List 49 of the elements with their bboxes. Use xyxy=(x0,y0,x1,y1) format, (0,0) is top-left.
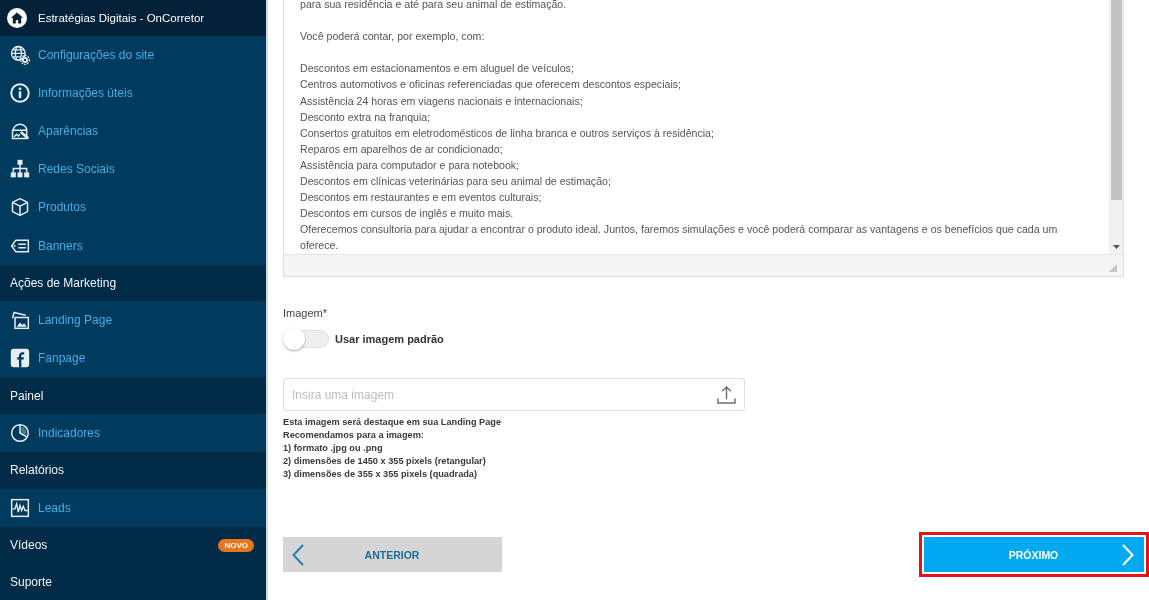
body-text: Consertos gratuitos em eletrodomésticos de linha branca e outros serviços à residência; xyxy=(300,125,715,141)
sidebar-section[interactable]: Suporte xyxy=(0,563,266,600)
globe-gear-icon xyxy=(10,45,30,66)
sidebar-section[interactable]: Painel xyxy=(0,377,266,414)
help-text: Recomendamos para a imagem: xyxy=(283,429,425,442)
help-text: 1) formato .jpg ou .png xyxy=(283,442,384,455)
pie-chart-icon xyxy=(10,423,30,443)
body-text: Centros automotivos e oficinas referenciadas que oferecem descontos especiais; xyxy=(300,77,682,93)
field-label: Imagem* xyxy=(283,306,329,320)
resize-grip-icon[interactable] xyxy=(1109,264,1117,272)
down-arrow-icon[interactable] xyxy=(1112,245,1120,249)
help-text: 2) dimensões de 1450 x 355 pixels (retangular) xyxy=(283,455,487,468)
sidebar-section[interactable]: Relatórios xyxy=(0,452,266,489)
toggle-label: Usar imagem padrão xyxy=(335,333,444,345)
toggle-switch[interactable] xyxy=(283,328,329,350)
sitemap-icon xyxy=(10,159,30,180)
body-text: Oferecemos consultoria para ajudar a encontrar o produto ideal. Juntos, faremos simulações e você poderá comparar as vantagens e os benefícios que cada um oferece. xyxy=(300,222,1059,254)
chevron-left-icon xyxy=(292,543,304,566)
body-text: Assistência 24 horas em viagens nacionais e internacionais; xyxy=(300,93,584,109)
image-upload-field[interactable]: Insira uma imagem xyxy=(283,378,745,411)
body-text: Descontos em estacionamentos e em aluguel de veículos; xyxy=(300,61,575,77)
help-text: 3) dimensões de 355 x 355 pixels (quadrada) xyxy=(283,468,479,481)
chevron-right-icon xyxy=(1122,543,1134,566)
app-title: Estratégias Digitais - OnCorretor xyxy=(38,12,205,24)
scrollbar[interactable] xyxy=(1109,0,1123,254)
body-text: Desconto extra na franquia; xyxy=(300,109,432,125)
next-button[interactable]: PRÓXIMO xyxy=(924,537,1144,572)
sidebar-section[interactable]: Ações de Marketing xyxy=(0,264,266,302)
body-text: Descontos em restaurantes e em eventos culturais; xyxy=(300,190,543,206)
upload-icon[interactable] xyxy=(717,385,736,404)
body-text: para sua residência e até para seu animal de estimação. xyxy=(300,0,568,12)
sidebar-section[interactable]: Vídeos NOVO xyxy=(0,526,266,564)
scrollbar-thumb[interactable] xyxy=(1110,0,1122,200)
body-text: Descontos em clínicas veterinárias para seu animal de estimação; xyxy=(300,174,612,190)
body-text: Reparos em aparelhos de ar condicionado; xyxy=(300,141,504,157)
help-text: Esta imagem será destaque em sua Landing Page xyxy=(283,416,503,429)
body-text: Descontos em cursos de inglês e muito mais. xyxy=(300,206,515,222)
f-logo-icon xyxy=(10,348,30,369)
description-field[interactable] xyxy=(283,0,1124,277)
back-button[interactable]: ANTERIOR xyxy=(283,537,502,572)
home-icon[interactable] xyxy=(7,8,27,28)
body-text: Assistência para computador e para notebook; xyxy=(300,157,521,173)
info-icon xyxy=(10,83,30,104)
cube-icon xyxy=(10,197,30,218)
waveform-icon xyxy=(10,497,30,518)
paint-bucket-icon xyxy=(10,121,30,142)
images-icon xyxy=(10,310,30,331)
new-badge: NOVO xyxy=(218,538,254,552)
body-text: Você poderá contar, por exemplo, com: xyxy=(300,29,486,45)
